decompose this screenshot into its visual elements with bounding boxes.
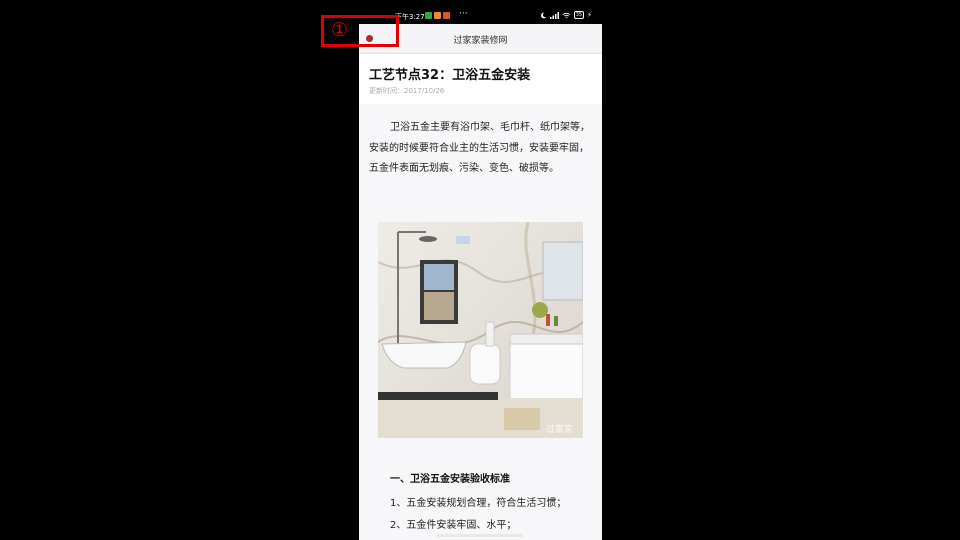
battery-icon: 35 <box>573 11 585 19</box>
signal-icon <box>549 11 559 19</box>
notification-icons <box>425 12 450 19</box>
phone-screen: 下午3:27 ··· 35 ⚡ 过家家装修网 工艺节点32：卫浴五金安装 更新时… <box>359 8 602 540</box>
article-header: 工艺节点32：卫浴五金安装 更新时间：2017/10/26 <box>359 54 602 104</box>
status-right: 35 ⚡ <box>540 11 592 19</box>
app-notification-icon <box>443 12 450 19</box>
article-title: 工艺节点32：卫浴五金安装 <box>369 68 531 83</box>
article-content[interactable]: 卫浴五金主要有浴巾架、毛巾杆、纸巾架等，安装的时候要符合业主的生活习惯，安装要牢… <box>359 104 602 540</box>
wechat-icon <box>425 12 432 19</box>
bathroom-image[interactable]: 过家家 <box>378 222 583 438</box>
more-notifications-icon: ··· <box>459 9 468 19</box>
bathroom-photo-illustration: 过家家 <box>378 222 583 438</box>
home-indicator[interactable] <box>437 534 523 537</box>
wifi-icon <box>562 12 570 18</box>
intro-paragraph: 卫浴五金主要有浴巾架、毛巾杆、纸巾架等，安装的时候要符合业主的生活习惯，安装要牢… <box>369 122 590 174</box>
image-watermark: 过家家 <box>546 423 573 435</box>
charging-icon: ⚡ <box>587 11 592 19</box>
article-date: 更新时间：2017/10/26 <box>369 87 445 95</box>
annotation-marker: ① <box>331 19 349 41</box>
app-notification-icon <box>434 12 441 19</box>
list-item: 1、五金安装规划合理，符合生活习惯； <box>390 498 567 509</box>
section-heading: 一、卫浴五金安装验收标准 <box>390 474 510 485</box>
status-time: 下午3:27 <box>395 13 425 21</box>
moon-icon <box>540 12 547 18</box>
list-item: 2、五金件安装牢固、水平； <box>390 520 517 531</box>
